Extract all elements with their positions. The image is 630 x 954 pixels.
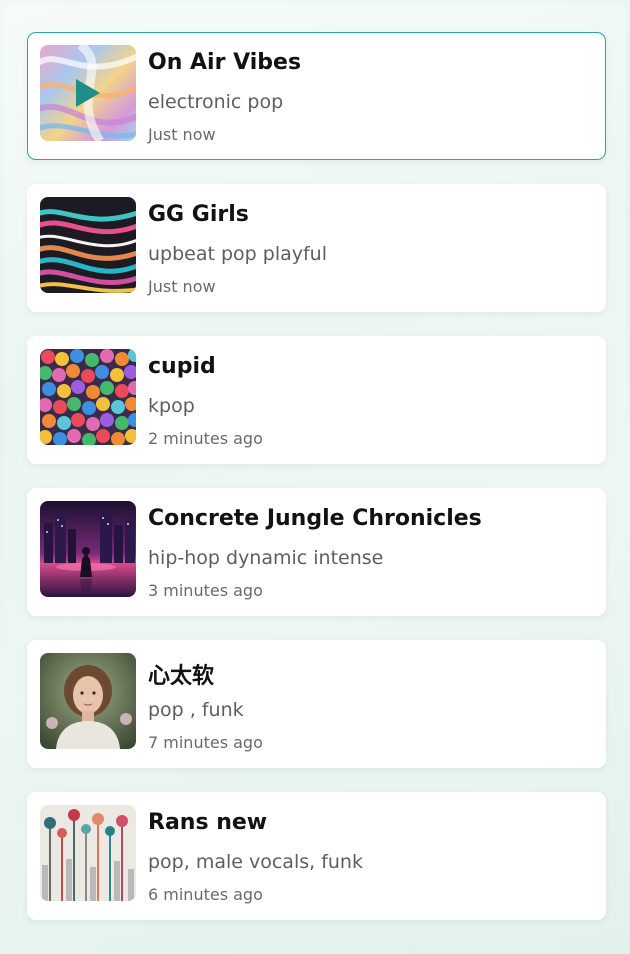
song-time: Just now: [148, 125, 216, 144]
song-time: Just now: [148, 277, 216, 296]
song-time: 2 minutes ago: [148, 429, 263, 448]
song-cover[interactable]: [40, 197, 136, 293]
song-tags: upbeat pop playful: [148, 243, 328, 265]
song-card[interactable]: Concrete Jungle Chronicles hip-hop dynam…: [27, 488, 606, 616]
song-tags: hip-hop dynamic intense: [148, 547, 384, 569]
song-cover[interactable]: [40, 45, 136, 141]
cover-art-abstract-city: [40, 805, 136, 901]
song-time: 3 minutes ago: [148, 581, 263, 600]
song-tags: electronic pop: [148, 91, 284, 113]
cover-art-colorful-hearts: [40, 349, 136, 445]
song-cover[interactable]: [40, 805, 136, 901]
song-card[interactable]: On Air Vibes electronic pop Just now: [27, 32, 606, 160]
song-title[interactable]: GG Girls: [148, 202, 249, 227]
song-card[interactable]: 心太软 pop , funk 7 minutes ago: [27, 640, 606, 768]
song-cover[interactable]: [40, 653, 136, 749]
song-cover[interactable]: [40, 349, 136, 445]
song-card[interactable]: Rans new pop, male vocals, funk 6 minute…: [27, 792, 606, 920]
song-tags: pop, male vocals, funk: [148, 851, 363, 873]
song-title[interactable]: On Air Vibes: [148, 50, 301, 75]
song-card[interactable]: GG Girls upbeat pop playful Just now: [27, 184, 606, 312]
song-time: 7 minutes ago: [148, 733, 263, 752]
play-icon[interactable]: [40, 45, 136, 141]
song-title[interactable]: cupid: [148, 354, 216, 379]
song-cover[interactable]: [40, 501, 136, 597]
song-title[interactable]: 心太软: [148, 658, 214, 690]
song-tags: kpop: [148, 395, 195, 417]
song-card[interactable]: cupid kpop 2 minutes ago: [27, 336, 606, 464]
cover-art-portrait: [40, 653, 136, 749]
song-title[interactable]: Rans new: [148, 810, 267, 835]
song-title[interactable]: Concrete Jungle Chronicles: [148, 506, 482, 531]
song-list: On Air Vibes electronic pop Just now GG …: [27, 32, 606, 944]
song-tags: pop , funk: [148, 699, 244, 721]
cover-art-neon-waves: [40, 197, 136, 293]
song-time: 6 minutes ago: [148, 885, 263, 904]
cover-art-city-night: [40, 501, 136, 597]
